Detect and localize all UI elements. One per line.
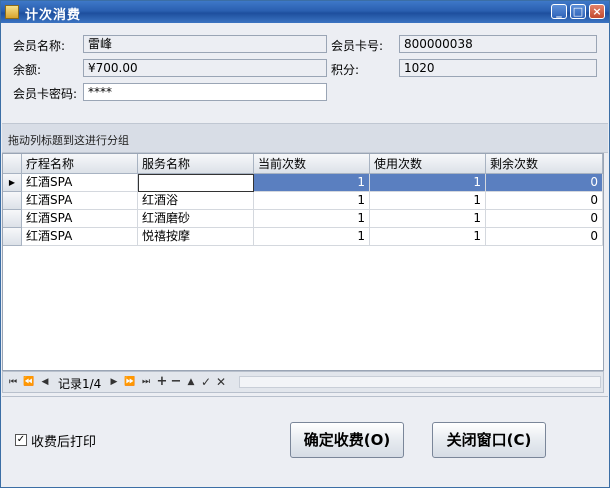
table-cell[interactable]: 1 <box>370 210 486 228</box>
service-grid: 疗程名称 服务名称 当前次数 使用次数 剩余次数 ▶ 红酒SPA 1 1 0 红… <box>2 153 604 371</box>
password-label: 会员卡密码: <box>13 87 78 101</box>
column-header[interactable]: 使用次数 <box>370 154 486 174</box>
group-by-panel[interactable]: 拖动列标题到这进行分组 <box>2 123 608 153</box>
title-bar: 计次消费 _ □ × <box>1 1 609 23</box>
horizontal-scrollbar[interactable] <box>239 376 601 388</box>
prev-record-icon[interactable]: ◀ <box>38 375 52 389</box>
card-no-label: 会员卡号: <box>331 39 384 53</box>
table-cell[interactable]: 1 <box>254 192 370 210</box>
points-label: 积分: <box>331 63 360 77</box>
next-record-icon[interactable]: ▶ <box>107 375 121 389</box>
save-record-icon[interactable]: ✓ <box>199 375 213 389</box>
table-cell[interactable]: 悦禧按摩 <box>138 228 254 246</box>
row-indicator <box>3 210 22 228</box>
table-cell[interactable]: 0 <box>486 210 603 228</box>
cancel-edit-icon[interactable]: ✕ <box>214 375 228 389</box>
balance-field[interactable]: ¥700.00 <box>83 59 327 77</box>
row-indicator-header <box>3 154 22 174</box>
table-cell[interactable]: 红酒磨砂 <box>138 210 254 228</box>
print-after-charge-checkbox[interactable]: ✓ <box>15 434 27 446</box>
balance-label: 余额: <box>13 63 42 77</box>
add-record-icon[interactable]: + <box>155 375 169 389</box>
delete-record-icon[interactable]: − <box>169 375 183 389</box>
table-cell[interactable]: 1 <box>370 228 486 246</box>
column-header[interactable]: 当前次数 <box>254 154 370 174</box>
window-title: 计次消费 <box>25 8 82 23</box>
footer-divider <box>2 396 608 397</box>
table-cell[interactable]: 1 <box>370 174 486 192</box>
record-counter: 记录1/4 <box>58 377 102 391</box>
table-cell[interactable]: 1 <box>254 174 370 192</box>
points-field[interactable]: 1020 <box>399 59 597 77</box>
table-cell[interactable] <box>138 174 254 192</box>
card-no-field[interactable]: 800000038 <box>399 35 597 53</box>
confirm-charge-button[interactable]: 确定收费(O) <box>290 422 404 458</box>
table-cell[interactable]: 0 <box>486 174 603 192</box>
next-page-icon[interactable]: ⏩ <box>123 375 137 389</box>
table-cell[interactable]: 1 <box>254 210 370 228</box>
member-name-field[interactable]: 雷峰 <box>83 35 327 53</box>
group-by-hint: 拖动列标题到这进行分组 <box>8 134 129 147</box>
table-cell[interactable]: 1 <box>254 228 370 246</box>
edit-record-icon[interactable]: ▲ <box>184 375 198 389</box>
table-cell[interactable]: 红酒SPA <box>22 192 138 210</box>
last-record-icon[interactable]: ⏭ <box>139 375 153 389</box>
table-cell[interactable]: 红酒SPA <box>22 174 138 192</box>
column-header[interactable]: 疗程名称 <box>22 154 138 174</box>
close-window-footer-button[interactable]: 关闭窗口(C) <box>432 422 546 458</box>
print-after-charge-label: 收费后打印 <box>31 435 97 450</box>
password-field[interactable]: **** <box>83 83 327 101</box>
row-indicator <box>3 228 22 246</box>
minimize-button[interactable]: _ <box>551 4 567 19</box>
record-navigator: ⏮ ⏪ ◀ 记录1/4 ▶ ⏩ ⏭ + − ▲ ✓ ✕ <box>2 371 604 393</box>
app-icon <box>5 5 19 19</box>
table-cell[interactable]: 0 <box>486 192 603 210</box>
maximize-button[interactable]: □ <box>570 4 586 19</box>
member-name-label: 会员名称: <box>13 39 66 53</box>
table-cell[interactable]: 红酒SPA <box>22 210 138 228</box>
column-header[interactable]: 剩余次数 <box>486 154 603 174</box>
prev-page-icon[interactable]: ⏪ <box>22 375 36 389</box>
table-cell[interactable]: 0 <box>486 228 603 246</box>
column-header[interactable]: 服务名称 <box>138 154 254 174</box>
table-cell[interactable]: 红酒浴 <box>138 192 254 210</box>
row-indicator <box>3 192 22 210</box>
first-record-icon[interactable]: ⏮ <box>6 375 20 389</box>
close-window-button[interactable]: × <box>589 4 605 19</box>
table-cell[interactable]: 红酒SPA <box>22 228 138 246</box>
consumption-window: 计次消费 _ □ × 会员名称: 雷峰 会员卡号: 800000038 余额: … <box>0 0 610 488</box>
table-cell[interactable]: 1 <box>370 192 486 210</box>
current-row-arrow-icon: ▶ <box>3 174 22 192</box>
